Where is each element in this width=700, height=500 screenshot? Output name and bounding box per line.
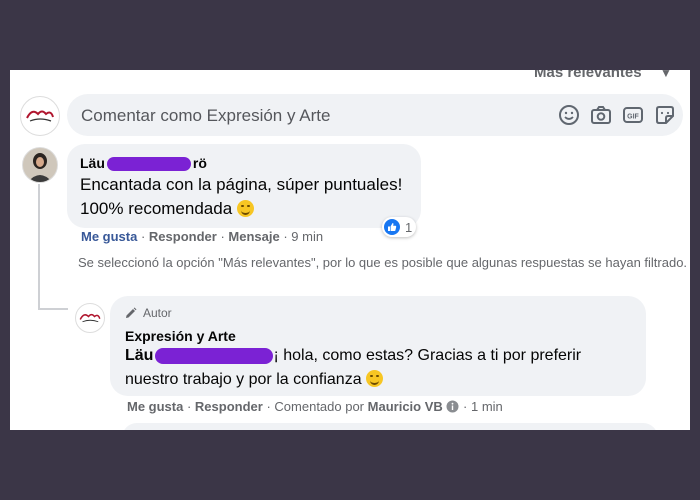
reply-timestamp[interactable]: 1 min <box>471 399 503 414</box>
reply-mention[interactable]: Läu <box>125 347 153 364</box>
comment-bubble: Läu rö Encantada con la página, súper pun… <box>67 144 421 228</box>
author-badge: Autor <box>125 306 172 320</box>
like-reaction-icon <box>384 219 400 235</box>
gif-icon[interactable]: GIF <box>621 103 645 127</box>
brand-logo-icon <box>26 110 54 122</box>
reaction-summary[interactable]: 1 <box>382 217 417 237</box>
pencil-icon <box>126 307 137 318</box>
smiling-emoji-icon <box>366 370 384 387</box>
thread-connector <box>38 308 68 310</box>
filter-notice: Se seleccionó la opción "Más relevantes"… <box>78 255 688 270</box>
emoji-icon[interactable] <box>557 103 581 127</box>
poster-name[interactable]: Mauricio VB <box>368 399 443 414</box>
smiling-emoji-icon <box>236 200 254 217</box>
brand-logo-icon <box>79 313 101 323</box>
comment-text: Encantada con la página, súper puntuales… <box>80 173 402 221</box>
thread-line <box>38 184 40 309</box>
reply-bubble: Autor Expresión y Arte Läu ¡ hola, como e… <box>110 296 646 396</box>
comment-text-line2: 100% recomendada <box>80 199 233 218</box>
comment-author[interactable]: Läu rö <box>80 155 207 172</box>
page-avatar[interactable] <box>20 96 60 136</box>
posted-by-label: Comentado por <box>274 399 365 414</box>
reply-author[interactable]: Expresión y Arte <box>125 328 236 344</box>
sticker-icon[interactable] <box>653 103 677 127</box>
next-reply-bubble <box>122 423 658 430</box>
sort-dropdown[interactable]: Más relevantes <box>534 70 642 81</box>
comment-text-line1: Encantada con la página, súper puntuales… <box>80 175 403 194</box>
reply-page-avatar[interactable] <box>75 303 105 333</box>
camera-icon[interactable] <box>589 103 613 127</box>
comments-panel: Más relevantes ▼ GIF <box>10 70 690 430</box>
comment-input[interactable] <box>79 94 523 138</box>
reply-text: Läu ¡ hola, como estas? Gracias a ti por … <box>125 344 581 392</box>
author-name-prefix: Läu <box>80 155 105 171</box>
redaction-bar <box>106 157 191 172</box>
reply-button[interactable]: Responder <box>149 229 217 244</box>
reply-text-line2: nuestro trabajo y por la confianza <box>125 371 362 388</box>
redaction-bar <box>155 347 274 364</box>
comment-composer: GIF <box>67 94 683 138</box>
reaction-count: 1 <box>405 219 413 235</box>
author-name-suffix: rö <box>192 155 207 171</box>
info-icon[interactable] <box>446 400 459 413</box>
reply-actions: Me gusta · Responder · Comentado por Mau… <box>127 399 503 414</box>
reply-like-button[interactable]: Me gusta <box>127 399 183 414</box>
comment-timestamp[interactable]: 9 min <box>291 229 323 244</box>
svg-text:GIF: GIF <box>627 114 639 121</box>
message-button[interactable]: Mensaje <box>228 229 279 244</box>
chevron-down-icon[interactable]: ▼ <box>660 70 672 80</box>
comment-actions: Me gusta · Responder · Mensaje · 9 min <box>81 229 324 244</box>
reply-text-line1: ¡ hola, como estas? Gracias a ti por pre… <box>273 347 582 364</box>
author-badge-label: Autor <box>143 306 172 320</box>
like-button[interactable]: Me gusta <box>81 229 137 244</box>
commenter-avatar[interactable] <box>22 147 58 183</box>
reply-reply-button[interactable]: Responder <box>195 399 263 414</box>
